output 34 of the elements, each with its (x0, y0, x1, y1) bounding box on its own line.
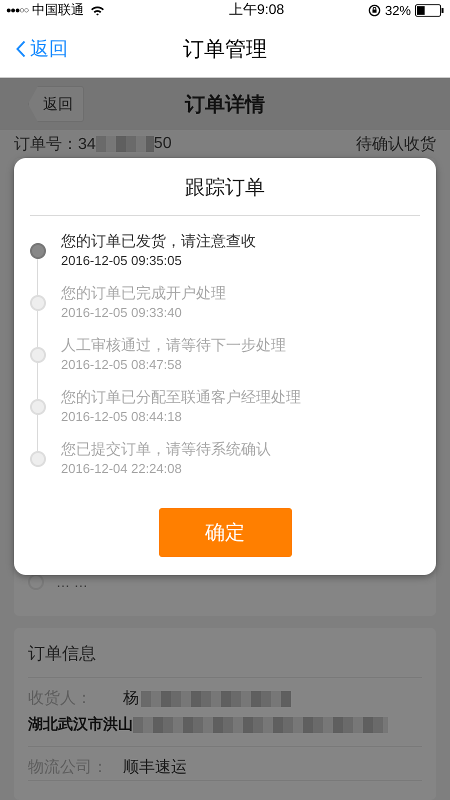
battery-percent: 32% (384, 2, 411, 18)
redacted-mosaic (96, 136, 154, 152)
logistics-company: 顺丰速运 (123, 758, 187, 778)
event-text: 您的订单已发货，请注意查收 (61, 232, 256, 252)
back-button[interactable]: 返回 (28, 86, 84, 122)
rotation-lock-icon (368, 4, 381, 16)
event-time: 2016-12-05 09:33:40 (61, 304, 183, 322)
order-status: 待确认收货 (356, 134, 436, 154)
battery-icon (415, 4, 444, 16)
page-title: 订单详情 (185, 92, 265, 118)
event-text: 人工审核通过，请等待下一步处理 (61, 336, 286, 356)
carrier-name: 中国联通 (32, 1, 84, 19)
wifi-icon (90, 4, 106, 16)
event-time: 2016-12-05 08:47:58 (61, 356, 183, 374)
more-ellipsis: … … (56, 574, 88, 590)
event-text: 您已提交订单，请等待系统确认 (61, 440, 271, 460)
order-number: 订单号：34 (14, 134, 96, 154)
confirm-button[interactable]: 确定 (158, 508, 292, 557)
page-title: 订单管理 (183, 36, 267, 62)
dialog-title: 跟踪订单 (184, 176, 266, 201)
order-number: 50 (154, 135, 172, 153)
chevron-left-icon (16, 40, 26, 58)
event-time: 2016-12-04 22:24:08 (61, 460, 183, 478)
timeline-dot (28, 574, 44, 590)
event-time: 2016-12-05 08:44:18 (61, 408, 183, 426)
event-time: 2016-12-05 09:35:05 (61, 252, 183, 270)
recipient-name: 杨 (123, 689, 139, 709)
event-text: 您的订单已完成开户处理 (61, 284, 226, 304)
event-text: 您的订单已分配至联通客户经理处理 (61, 388, 301, 408)
section-title: 订单信息 (28, 643, 97, 665)
clock-time: 上午9:08 (228, 1, 284, 19)
address-text: 湖北武汉市洪山 (28, 715, 133, 734)
back-button[interactable]: 返回 (0, 36, 68, 62)
signal-strength: ●●●○○ (6, 5, 28, 15)
